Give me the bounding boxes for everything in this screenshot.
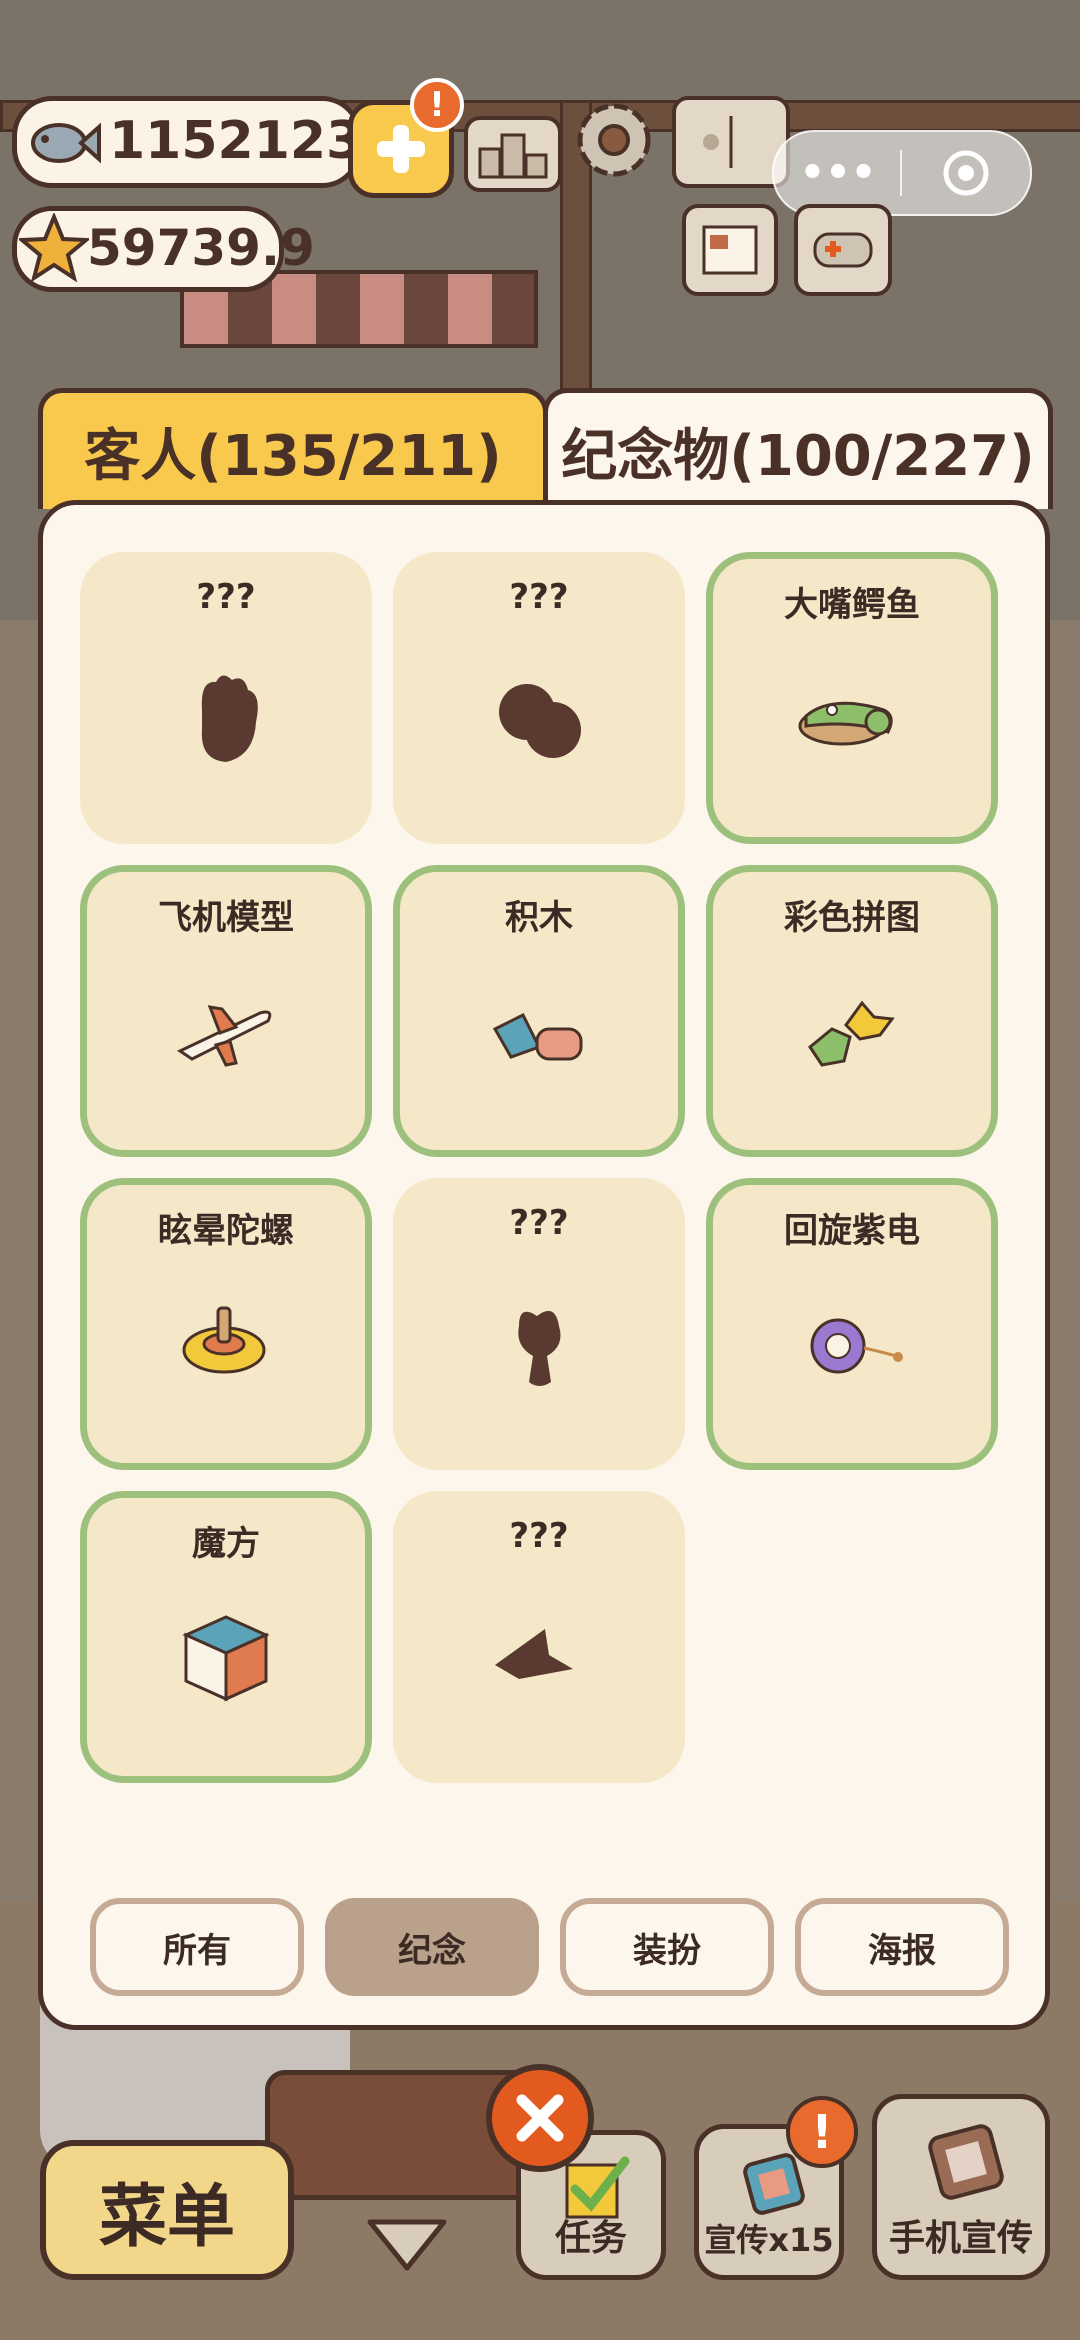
airplane-icon: [176, 1005, 272, 1067]
newspaper-icon[interactable]: [682, 204, 778, 296]
souvenir-item[interactable]: ???: [393, 1491, 685, 1783]
phone-promote-button[interactable]: 手机宣传: [872, 2094, 1050, 2280]
filter-souvenir-button[interactable]: 纪念: [325, 1898, 539, 1996]
spinning-top-icon: [182, 1306, 266, 1374]
yoyo-icon: [810, 1318, 903, 1374]
settings-gear-icon[interactable]: [570, 96, 658, 184]
fish-icon: [31, 122, 101, 164]
tab-souvenirs-label: 纪念物(100/227): [561, 423, 1035, 489]
glove-silhouette-icon: [201, 675, 258, 763]
tab-souvenirs[interactable]: 纪念物(100/227): [543, 388, 1053, 509]
unknown-silhouette-icon: [518, 1311, 561, 1387]
item-label: 飞机模型: [158, 898, 294, 938]
souvenir-item[interactable]: 大嘴鳄鱼: [706, 552, 998, 844]
gamepad-icon[interactable]: [794, 204, 892, 296]
promote-label: 宣传x15: [704, 2221, 834, 2259]
item-label: 大嘴鳄鱼: [784, 585, 920, 625]
souvenir-item[interactable]: 魔方: [80, 1491, 372, 1783]
filter-label: 海报: [868, 1930, 936, 1971]
building-blocks-icon: [492, 1013, 583, 1061]
phone-promote-label: 手机宣传: [888, 2218, 1033, 2259]
fish-currency-bar: 11521239: [12, 96, 398, 188]
podium-icon: [478, 133, 548, 179]
phone-poster-icon: [928, 2124, 1004, 2200]
menu-label: 菜单: [98, 2177, 235, 2257]
item-label: 回旋紫电: [784, 1211, 920, 1251]
souvenir-item[interactable]: 积木: [393, 865, 685, 1157]
menu-button[interactable]: 菜单: [40, 2140, 294, 2280]
more-options-icon[interactable]: •••: [774, 132, 902, 214]
close-button[interactable]: [486, 2064, 594, 2172]
item-label: ???: [196, 577, 256, 617]
item-label: 积木: [505, 898, 573, 938]
close-icon: [516, 2094, 564, 2142]
item-label: 眩晕陀螺: [158, 1211, 294, 1251]
souvenir-item[interactable]: 飞机模型: [80, 865, 372, 1157]
close-miniprogram-icon[interactable]: [902, 132, 1030, 214]
ranking-podium-icon[interactable]: [464, 116, 562, 192]
filter-label: 装扮: [633, 1930, 701, 1971]
filter-poster-button[interactable]: 海报: [795, 1898, 1009, 1996]
item-label: ???: [509, 1516, 569, 1556]
rubiks-cube-icon: [182, 1615, 270, 1702]
souvenir-item[interactable]: 回旋紫电: [706, 1178, 998, 1470]
balls-silhouette-icon: [499, 684, 581, 759]
souvenir-item[interactable]: ???: [80, 552, 372, 844]
souvenir-item[interactable]: 彩色拼图: [706, 865, 998, 1157]
item-label: 彩色拼图: [784, 898, 920, 938]
filter-label: 纪念: [398, 1930, 466, 1971]
souvenir-item[interactable]: ???: [393, 552, 685, 844]
promote-alert-icon: !: [786, 2096, 858, 2168]
filter-label: 所有: [163, 1930, 231, 1971]
item-label: 魔方: [192, 1524, 260, 1564]
item-label: ???: [509, 1203, 569, 1243]
alert-badge-icon: !: [410, 78, 464, 132]
paw-icon: [703, 116, 733, 168]
checkmark-icon: [565, 2156, 630, 2219]
crocodile-icon: [798, 702, 893, 746]
tab-guests-label: 客人(135/211): [84, 423, 502, 489]
star-amount: 59739.9: [87, 219, 315, 277]
paper-plane-silhouette-icon: [495, 1629, 573, 1680]
item-label: ???: [509, 577, 569, 617]
souvenir-item[interactable]: ???: [393, 1178, 685, 1470]
filter-all-button[interactable]: 所有: [90, 1898, 304, 1996]
filter-dressup-button[interactable]: 装扮: [560, 1898, 774, 1996]
tab-guests[interactable]: 客人(135/211): [38, 388, 548, 509]
collapse-chevron-icon[interactable]: [364, 2214, 450, 2274]
star-currency-bar: 59739.9: [12, 206, 315, 292]
souvenir-item[interactable]: 眩晕陀螺: [80, 1178, 372, 1470]
puzzle-icon: [807, 1000, 895, 1067]
star-icon: [19, 213, 89, 283]
